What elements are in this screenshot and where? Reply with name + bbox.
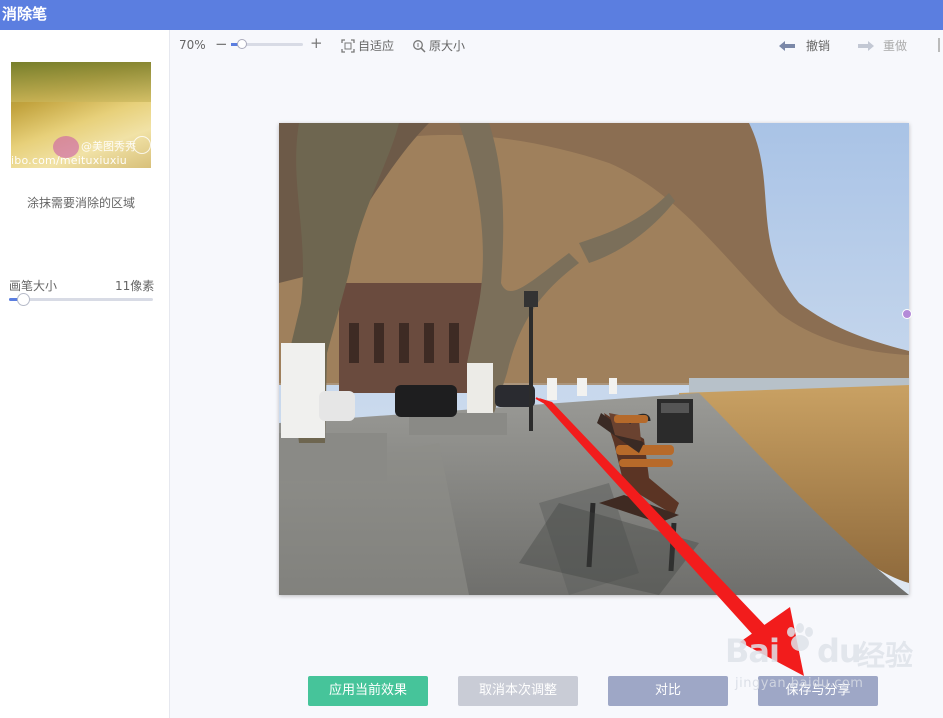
- lakeside-photo: [279, 123, 909, 595]
- zoom-slider[interactable]: [231, 39, 303, 49]
- baidu-paw-icon: [787, 623, 813, 651]
- fit-button[interactable]: 自适应: [341, 37, 394, 54]
- redo-arrow-icon: [858, 40, 874, 51]
- brush-size-slider[interactable]: [9, 293, 153, 306]
- editing-canvas[interactable]: [279, 123, 909, 595]
- zoom-out-button[interactable]: −: [215, 35, 228, 53]
- fit-screen-icon: [341, 38, 355, 53]
- undo-label: 撤销: [806, 39, 831, 53]
- compare-button[interactable]: 对比: [608, 676, 728, 706]
- original-size-button[interactable]: 原大小: [412, 37, 465, 54]
- magnifier-icon: [413, 39, 426, 53]
- watermark-circle-icon: [133, 136, 151, 154]
- undo-button[interactable]: 撤销: [778, 37, 830, 54]
- cancel-adjustment-button[interactable]: 取消本次调整: [458, 676, 578, 706]
- watermark-url: ibo.com/meituxiuxiu: [11, 154, 127, 167]
- fit-label: 自适应: [358, 39, 395, 53]
- watermark-name: @美图秀秀: [81, 140, 136, 153]
- sidebar: @美图秀秀 ibo.com/meituxiuxiu 涂抹需要消除的区域 画笔大小…: [0, 30, 170, 718]
- app-title: 消除笔: [0, 0, 943, 30]
- toolbar-edge-divider: [938, 38, 940, 52]
- thumbnail-image[interactable]: @美图秀秀 ibo.com/meituxiuxiu: [11, 62, 151, 168]
- redo-button[interactable]: 重做: [857, 37, 907, 54]
- brush-size-label: 画笔大小: [9, 279, 58, 293]
- baidu-watermark: Bai du 经验 jingyan.baidu.com: [725, 612, 935, 694]
- apply-effect-button[interactable]: 应用当前效果: [308, 676, 428, 706]
- undo-arrow-icon: [779, 40, 795, 51]
- zoom-value: 70%: [179, 38, 206, 52]
- watermark-brand-2: du: [817, 632, 862, 670]
- watermark-url-text: jingyan.baidu.com: [735, 676, 864, 691]
- toolbar: 70% − + 自适应 原大小 撤销 重做: [171, 30, 943, 60]
- canvas-edge-handle[interactable]: [902, 309, 912, 319]
- thumbnail-sky: [11, 62, 151, 102]
- original-size-label: 原大小: [429, 39, 466, 53]
- hint-text: 涂抹需要消除的区域: [26, 196, 135, 210]
- brush-size-value: 11像素: [115, 279, 155, 293]
- redo-label: 重做: [883, 39, 908, 53]
- brush-size-handle[interactable]: [17, 293, 31, 306]
- thumbnail-watermark: @美图秀秀 ibo.com/meituxiuxiu: [11, 134, 151, 168]
- zoom-in-button[interactable]: +: [310, 34, 323, 52]
- zoom-handle[interactable]: [236, 39, 247, 49]
- watermark-brand: Bai: [725, 632, 780, 670]
- watermark-cn: 经验: [857, 639, 914, 672]
